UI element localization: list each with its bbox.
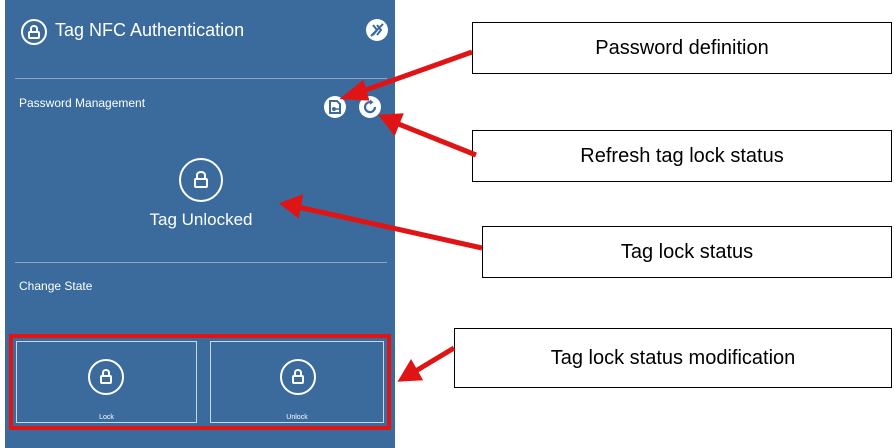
arrowhead-password-definition [339, 79, 370, 101]
callout-arrows [278, 49, 483, 382]
arrow-modification [412, 345, 456, 375]
arrowhead-lock-status [278, 194, 304, 219]
arrow-password-definition [359, 49, 473, 95]
arrow-lock-status [297, 204, 483, 251]
arrowhead-refresh-status [378, 113, 404, 136]
arrow-refresh-status [395, 120, 477, 158]
arrowhead-modification [397, 359, 424, 382]
